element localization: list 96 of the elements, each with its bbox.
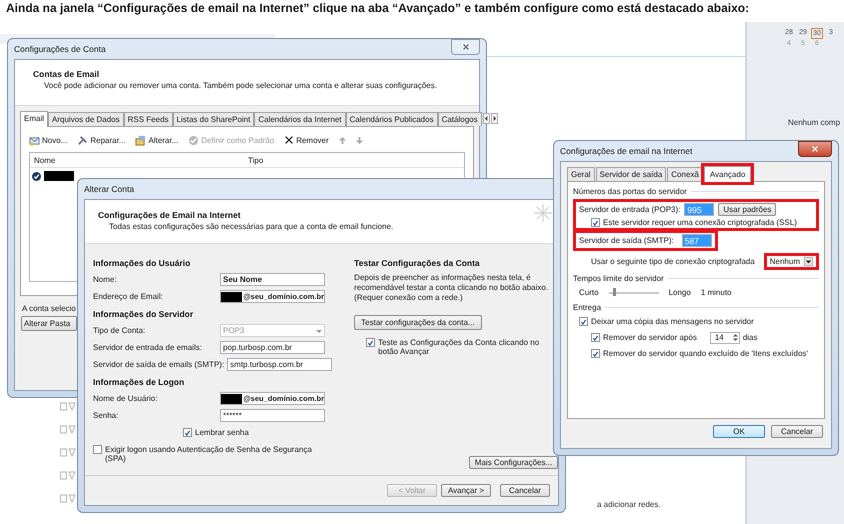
checkbox-label: Exigir logon usando Autenticação de Senha de Segurança (SPA): [105, 445, 313, 463]
dialog-button[interactable]: OK: [713, 425, 765, 438]
toolbar-button[interactable]: Alterar...: [135, 134, 178, 146]
footer-button[interactable]: Cancelar: [500, 484, 550, 497]
tab[interactable]: Arquivos de Dados: [48, 112, 124, 126]
days-spinner[interactable]: 14: [710, 332, 740, 344]
window-title: Configurações de Conta: [14, 44, 106, 54]
footer-button[interactable]: Avançar >: [441, 484, 491, 497]
column-header[interactable]: Nome: [30, 156, 244, 164]
move-up-icon[interactable]: [338, 136, 346, 144]
input-field[interactable]: pop.turbosp.com.br: [220, 341, 325, 354]
envelope-icon: [29, 134, 40, 146]
scroll-left-button[interactable]: [482, 113, 490, 124]
dropdown-arrow-icon: [804, 257, 813, 266]
close-icon: [811, 145, 819, 153]
field-label: Servidor de saída de emails (SMTP):: [93, 360, 224, 369]
group-title: Entrega: [573, 302, 602, 312]
tab[interactable]: Avançado: [704, 166, 752, 182]
input-field[interactable]: Seu Nome: [220, 273, 325, 286]
status-text: A conta selecio: [22, 304, 77, 313]
checkbox[interactable]: [93, 445, 102, 454]
group-title: Tempos limite do servidor: [573, 274, 664, 282]
default-check-icon: [32, 172, 41, 180]
tab[interactable]: Calendários Publicados: [346, 112, 438, 126]
redaction-bar: [44, 171, 74, 181]
slider-label: Curto: [579, 288, 599, 297]
checkbox-label: Deixar uma cópia das mensagens no servidor: [591, 317, 754, 326]
section-subtitle: Todas estas configurações são necessárias para que a conta de email funcione.: [108, 222, 394, 231]
scroll-right-button[interactable]: [490, 113, 498, 124]
tab[interactable]: RSS Feeds: [124, 112, 173, 126]
checkbox-label: Remover do servidor quando excluído de 'Itens excluídos': [603, 349, 808, 358]
input-field[interactable]: ******: [220, 409, 325, 422]
field-label: Nome:: [93, 275, 118, 284]
field-label: Tipo de Conta:: [93, 326, 146, 335]
delete-icon: [284, 135, 294, 145]
tab[interactable]: Email: [20, 111, 48, 127]
tools-icon: [77, 134, 88, 146]
section-title: Configurações de Email na Internet: [98, 210, 242, 220]
instruction-text: Ainda na janela “Configurações de email na Internet” clique na aba “Avançado” e também configure como está destacado abaixo:: [6, 0, 750, 16]
close-button[interactable]: [451, 39, 480, 55]
use-defaults-button[interactable]: Usar padrões: [718, 203, 776, 216]
checkbox[interactable]: [579, 317, 588, 326]
spinner-arrows-icon: [732, 332, 739, 343]
more-settings-button[interactable]: Mais Configurações...: [468, 456, 558, 469]
check-circle-icon: [188, 134, 200, 146]
tab[interactable]: Listas do SharePoint: [172, 112, 254, 126]
input-field[interactable]: smtp.turbosp.com.br: [227, 358, 332, 371]
group-title: Números das portas do servidor: [573, 186, 687, 196]
description-text: Depois de preencher as informações nesta tela, é recomendável testar a conta clicando no botão abaixo. (Requer conexão com a rede.): [354, 273, 550, 303]
section-heading: Informações do Servidor: [93, 308, 194, 321]
toolbar-button[interactable]: Remover: [284, 135, 329, 145]
test-settings-button[interactable]: Testar configurações da conta...: [354, 315, 482, 330]
section-heading: Informações de Logon: [93, 376, 186, 389]
field-label: Servidor de entrada (POP3):: [579, 205, 680, 214]
section-heading: Informações do Usuário: [93, 256, 192, 270]
field-label: Servidor de entrada de emails:: [93, 343, 203, 352]
field-label: Usar o seguinte tipo de conexão criptografada: [591, 257, 755, 266]
close-button[interactable]: [798, 141, 832, 157]
checkbox-label: Este servidor requer uma conexão criptografada (SSL): [603, 218, 797, 227]
field-label: Nome de Usuário:: [93, 394, 158, 403]
unit-label: dias: [742, 333, 758, 342]
slider-label: Longo: [668, 288, 691, 297]
field-label: Endereço de Email:: [93, 292, 164, 301]
checkbox[interactable]: [183, 428, 192, 437]
checkbox[interactable]: [591, 218, 600, 227]
checkbox[interactable]: [591, 349, 600, 358]
notice-text: Nenhum comp: [788, 118, 840, 127]
close-icon: [462, 43, 470, 51]
tab[interactable]: Servidor de saída: [596, 167, 666, 181]
dialog-button[interactable]: Cancelar: [771, 425, 823, 438]
tab[interactable]: Geral: [567, 167, 595, 181]
checkbox[interactable]: [591, 333, 600, 342]
section-title: Contas de Email: [33, 69, 100, 79]
column-header[interactable]: Tipo: [244, 156, 264, 164]
encryption-dropdown[interactable]: Nenhum: [764, 253, 819, 270]
folder-icon: [135, 134, 146, 146]
move-down-icon[interactable]: [356, 136, 363, 144]
toolbar-button[interactable]: Reparar...: [77, 134, 126, 146]
tab[interactable]: Conexã: [667, 167, 703, 181]
tab[interactable]: Catálogos: [438, 112, 482, 126]
window-title: Alterar Conta: [84, 184, 134, 194]
window-title: Configurações de email na Internet: [560, 146, 692, 156]
field-label: Servidor de saída (SMTP):: [579, 236, 674, 245]
status-text: a adicionar redes.: [597, 500, 661, 509]
sparkle-icon: [534, 204, 552, 222]
checkbox-label: Remover do servidor após: [603, 333, 697, 342]
checkbox-label: Lembrar senha: [195, 428, 249, 437]
change-folder-button[interactable]: Alterar Pasta: [21, 316, 77, 331]
toolbar-button[interactable]: Novo...: [29, 134, 68, 146]
checkbox-label: Teste as Configurações da Conta clicando no botão Avançar: [378, 338, 540, 356]
field-label: Senha:: [93, 411, 120, 420]
section-subtitle: Você pode adicionar ou remover uma conta. Também pode selecionar uma conta e alterar suas configurações.: [43, 81, 438, 90]
tab[interactable]: Calendários da Internet: [254, 112, 346, 126]
section-heading: Testar Configurações da Conta: [354, 256, 481, 270]
checkbox[interactable]: [366, 338, 376, 347]
slider-reading: 1 minuto: [700, 288, 732, 297]
